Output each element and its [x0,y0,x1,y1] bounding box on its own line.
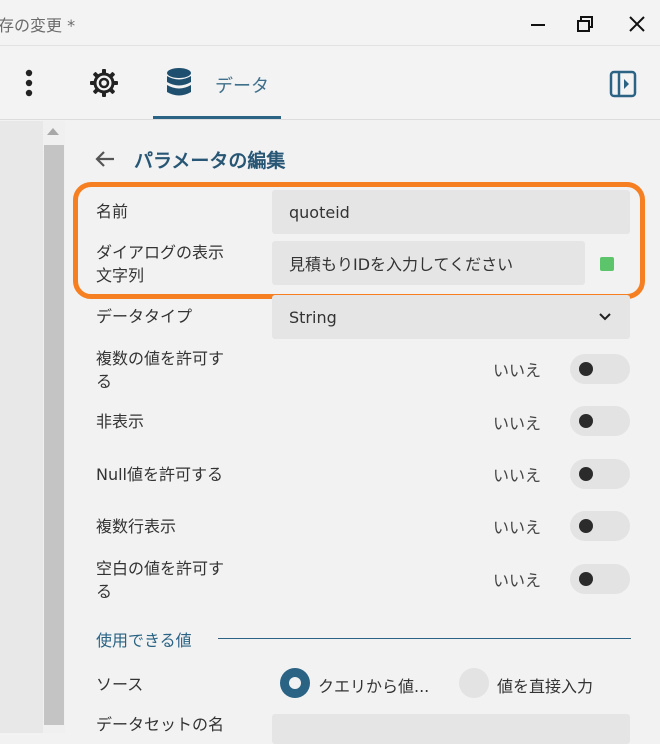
source-label: ソース [96,675,144,694]
more-vertical-icon [25,69,33,97]
restore-button[interactable] [570,10,600,38]
left-strip [0,121,43,733]
toolbar: データ [0,46,660,120]
close-button[interactable] [622,10,652,38]
source-radio-query[interactable] [280,668,310,698]
scroll-up-arrow[interactable] [47,128,59,135]
highlight-box [73,182,645,299]
title-bar: 存の変更 * [0,0,660,46]
toggle-knob [579,414,593,428]
dataset-select[interactable] [272,714,630,744]
multiline-value: いいえ [493,518,542,537]
back-button[interactable] [92,146,118,172]
gear-icon [90,69,118,97]
allow-multiple-line1: 複数の値を許可す [96,349,225,368]
more-button[interactable] [16,66,42,100]
panel-collapse-icon [609,70,637,98]
chevron-down-icon [599,313,611,321]
allow-blank-value: いいえ [493,571,542,590]
datatype-label: データタイプ [96,307,193,326]
source-radio-direct[interactable] [459,668,489,698]
window-title: 存の変更 * [0,16,76,35]
toggle-knob [579,519,593,533]
datatype-value: String [289,307,337,327]
restore-icon [577,16,593,32]
hidden-value: いいえ [493,414,542,433]
minimize-button[interactable] [523,10,553,38]
hidden-label: 非表示 [96,412,145,431]
allow-multiple-toggle[interactable] [570,354,630,384]
allow-null-toggle[interactable] [570,459,630,489]
multiline-toggle[interactable] [570,511,630,541]
allow-blank-line1: 空白の値を許可す [96,559,225,578]
allow-blank-label: 空白の値を許可す る [96,557,224,603]
allow-null-label: Null値を許可する [96,465,224,484]
settings-button[interactable] [86,66,122,100]
page-title: パラメータの編集 [134,149,286,172]
allow-blank-toggle[interactable] [570,564,630,594]
multiline-label: 複数行表示 [96,517,177,536]
toggle-knob [579,572,593,586]
minimize-icon [531,24,545,26]
source-option-direct-label[interactable]: 値を直接入力 [497,673,593,697]
available-values-heading: 使用できる値 [96,631,192,650]
toggle-knob [579,362,593,376]
datatype-select[interactable]: String [272,295,630,339]
section-divider [218,638,631,639]
hidden-toggle[interactable] [570,406,630,436]
scroll-thumb[interactable] [44,145,64,725]
database-icon [167,68,191,96]
tab-data-label[interactable]: データ [215,72,269,98]
close-icon [629,16,645,32]
allow-multiple-label: 複数の値を許可す る [96,347,224,393]
allow-null-value: いいえ [493,466,542,485]
data-tab-icon-wrap[interactable] [160,66,198,100]
radio-dot [289,677,301,689]
panel-toggle-button[interactable] [606,68,640,100]
editor-heading: パラメータの編集 [92,145,285,173]
allow-multiple-line2: る [96,372,113,391]
toggle-knob [579,467,593,481]
source-option-query-label[interactable]: クエリから値... [318,673,429,697]
arrow-left-icon [95,151,114,167]
tab-data-indicator [153,116,281,119]
allow-multiple-value: いいえ [493,361,542,380]
allow-blank-line2: る [96,582,113,601]
